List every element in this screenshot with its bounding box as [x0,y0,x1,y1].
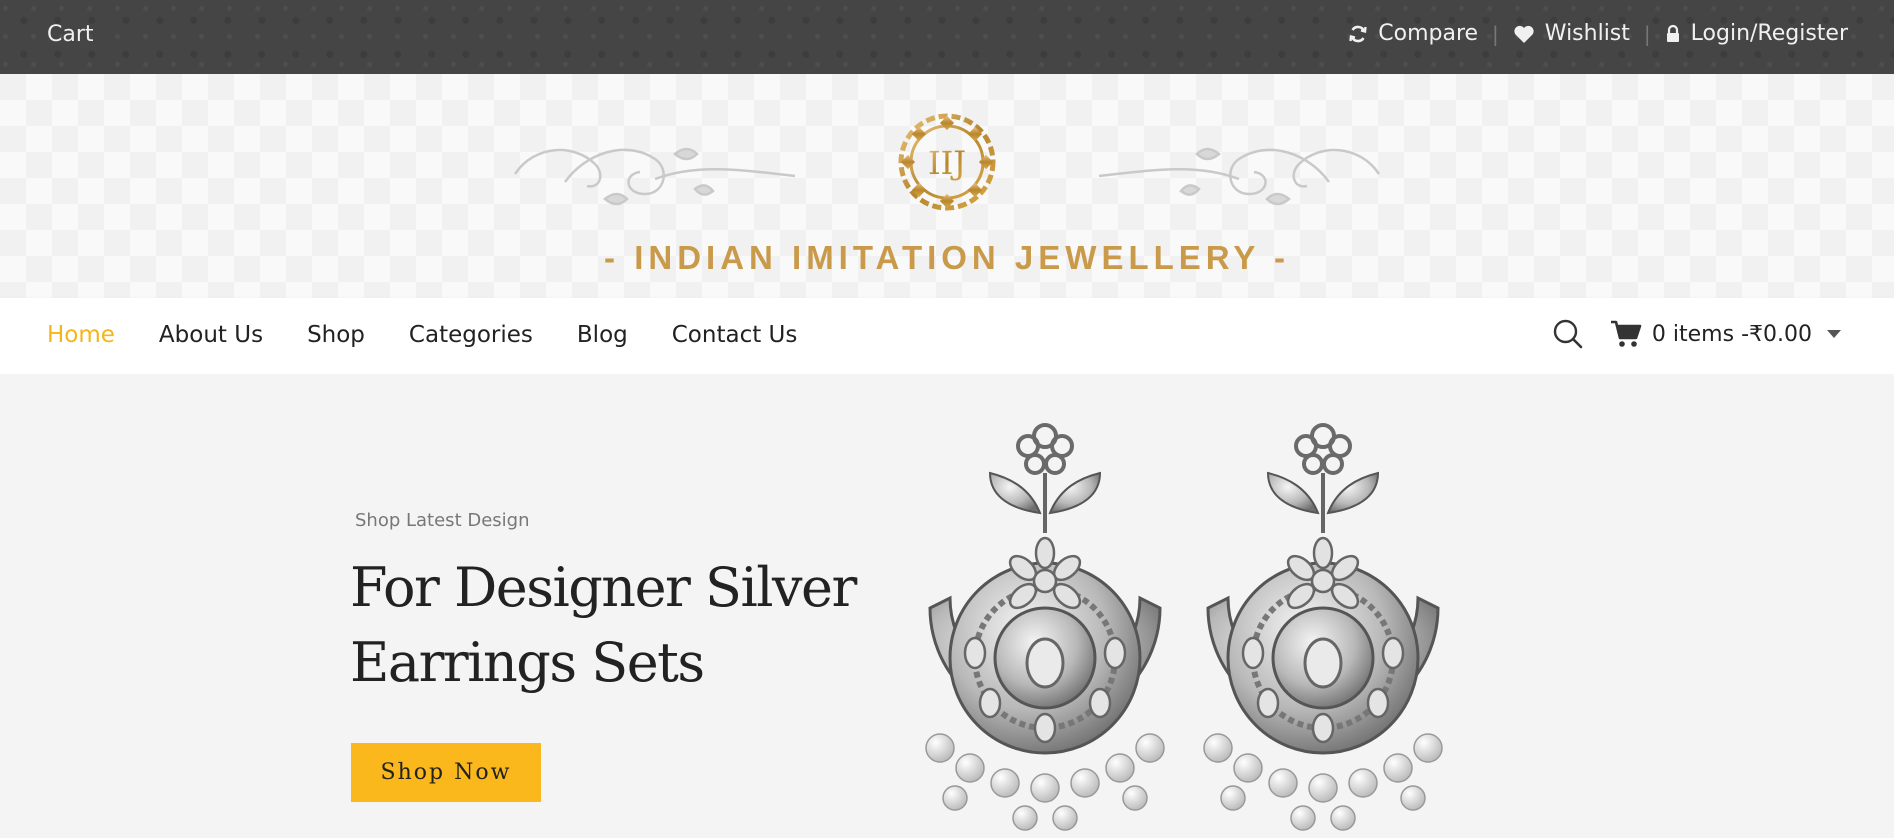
login-register-link[interactable]: Login/Register [1665,21,1848,46]
nav-item-blog[interactable]: Blog [577,322,628,348]
cart-icon [1610,320,1642,347]
monogram-text: IIJ [928,144,966,182]
wishlist-link[interactable]: Wishlist [1513,21,1630,46]
topbar-cart-link[interactable]: Cart [47,22,94,47]
lock-icon [1666,24,1679,42]
compare-label: Compare [1378,21,1479,46]
right-flourish-ornament [1098,147,1381,206]
hero-banner: Shop Latest Design For Designer Silver E… [0,374,1894,838]
hero-subtitle: Shop Latest Design [355,510,530,531]
cart-summary: 0 items -₹0.00 [1651,321,1812,347]
login-register-label: Login/Register [1690,21,1848,46]
nav-item-home[interactable]: Home [47,322,115,348]
brand-name: - INDIAN IMITATION JEWELLERY - [604,239,1290,276]
heart-icon [1514,25,1534,43]
nav-item-categories[interactable]: Categories [409,322,533,348]
hero-title: For Designer Silver Earrings Sets [350,556,857,694]
topbar-links: Compare | Wishlist | Login/Register [1348,21,1848,46]
nav-item-contact-us[interactable]: Contact Us [672,322,798,348]
shop-now-button[interactable]: Shop Now [351,743,541,802]
logo-header: IIJ - INDIAN IMITATION JEWELLERY - [0,74,1894,298]
caret-down-icon [1826,329,1852,339]
silver-earrings-image [895,418,1475,838]
left-flourish-ornament [513,147,796,206]
main-nav: Home About Us Shop Categories Blog Conta… [0,298,1894,374]
nav-item-shop[interactable]: Shop [307,322,365,348]
compare-link[interactable]: Compare [1348,21,1478,46]
top-bar: Cart Compare | Wishlist | Login/Register [0,0,1894,74]
monogram-medallion: IIJ [898,113,996,211]
search-icon [1553,319,1583,349]
mini-cart-button[interactable]: 0 items -₹0.00 [1610,319,1852,349]
nav-item-about-us[interactable]: About Us [159,322,263,348]
brand-logo[interactable]: IIJ [505,104,1389,234]
nav-menu: Home About Us Shop Categories Blog Conta… [47,322,841,348]
nav-actions: 0 items -₹0.00 [1552,318,1852,350]
search-button[interactable] [1552,318,1584,350]
separator: | [1643,21,1651,46]
refresh-icon [1349,25,1367,42]
wishlist-label: Wishlist [1544,21,1630,46]
separator: | [1492,21,1499,46]
